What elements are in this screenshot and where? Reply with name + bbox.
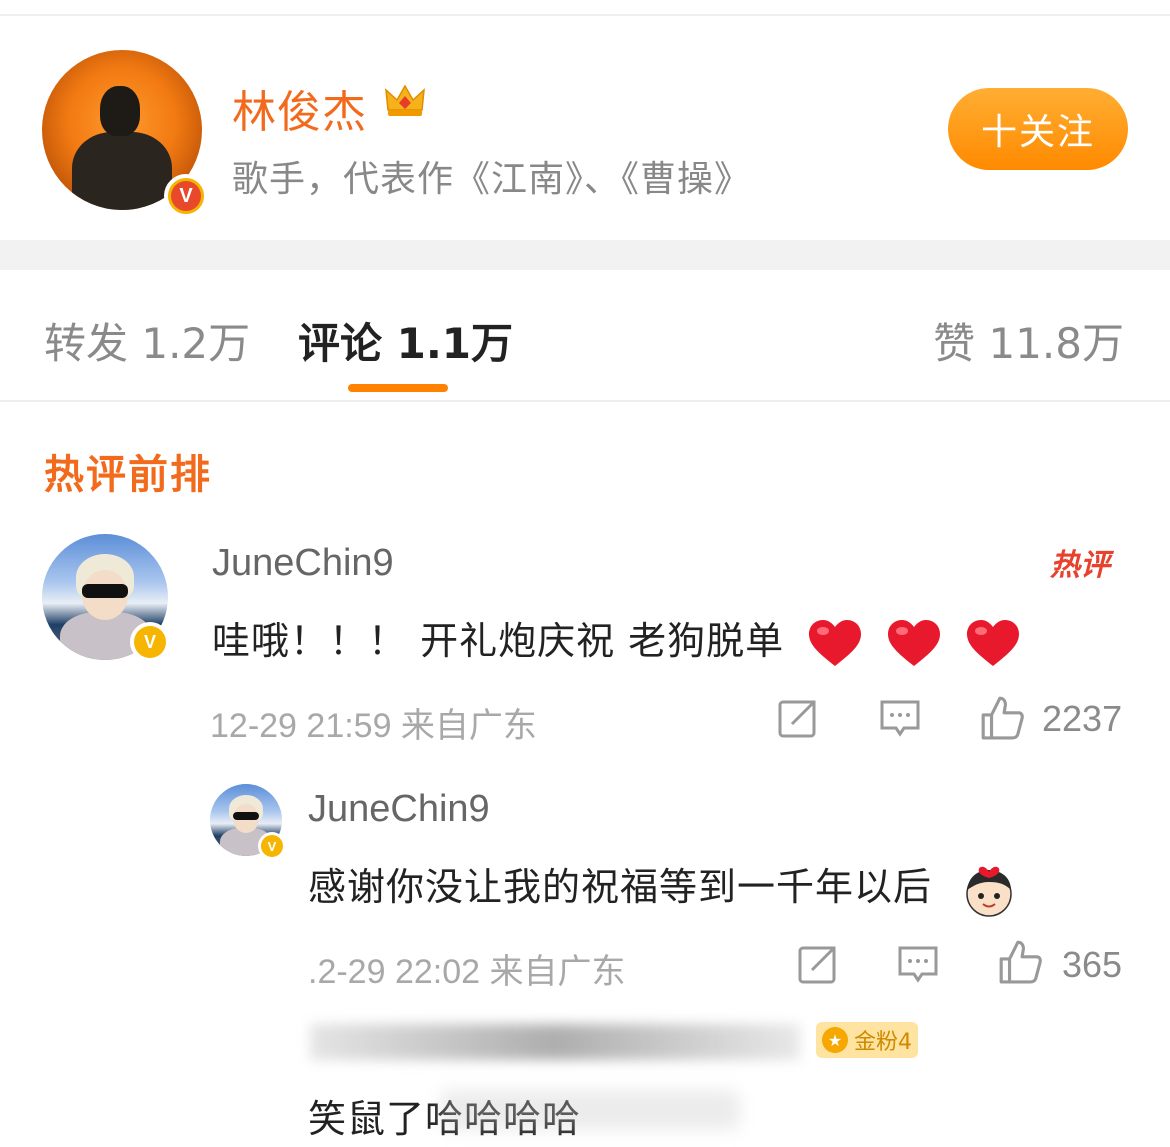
like-count: 365	[1062, 944, 1123, 985]
reply-icon[interactable]	[896, 942, 940, 986]
avatar-figure-head	[100, 86, 140, 136]
follow-button[interactable]: 十关注	[948, 88, 1128, 170]
comment-username[interactable]: JuneChin9	[308, 788, 490, 831]
hot-comment-badge: 热评	[1050, 548, 1110, 583]
watermark-overlay	[440, 1090, 740, 1130]
profile-description: 歌手，代表作《江南》、《曹操》	[232, 159, 752, 200]
like-count: 2237	[1042, 698, 1123, 739]
comment-text-body: 哇哦！！！ 开礼炮庆祝 老狗脱单	[212, 619, 785, 663]
avatar-figure-body	[72, 132, 172, 210]
section-gap	[0, 240, 1170, 270]
comment-meta: 12-29 21:59 来自广东	[210, 707, 537, 745]
crown-icon	[385, 84, 425, 116]
tab-comment[interactable]: 评论 1.1万	[298, 310, 513, 371]
profile-name[interactable]: 林俊杰	[232, 76, 367, 140]
active-tab-indicator	[348, 384, 448, 392]
comment-meta: .2-29 22:02 来自广东	[308, 953, 626, 991]
comment-text: 感谢你没让我的祝福等到一千年以后	[308, 856, 1019, 918]
share-icon[interactable]	[776, 696, 820, 740]
fan-badge-icon: ★	[822, 1027, 848, 1053]
fan-level-badge: ★ 金粉4	[816, 1022, 918, 1058]
tab-bar: 转发 1.2万 评论 1.1万 赞 11.8万	[0, 270, 1170, 402]
tab-repost[interactable]: 转发 1.2万	[44, 310, 250, 371]
heart-emoji-icon	[967, 619, 1020, 666]
blurred-username	[310, 1024, 800, 1060]
comment-username[interactable]: JuneChin9	[212, 542, 394, 585]
comment-text: 哇哦！！！ 开礼炮庆祝 老狗脱单	[212, 610, 1021, 670]
share-icon[interactable]	[796, 942, 840, 986]
cartoon-face-emoji-icon	[966, 866, 1012, 917]
verified-badge-icon: V	[130, 622, 170, 662]
fan-badge-label: 金粉4	[854, 1030, 912, 1055]
heart-emoji-icon	[888, 619, 941, 666]
profile-card: V 林俊杰 歌手，代表作《江南》、《曹操》 十关注	[0, 16, 1170, 240]
tab-like[interactable]: 赞 11.8万	[933, 310, 1124, 371]
verified-badge-icon: V	[164, 174, 208, 218]
hot-comments-title: 热评前排	[44, 452, 212, 498]
like-thumb-icon[interactable]	[996, 938, 1044, 984]
verified-badge-icon: V	[258, 832, 286, 860]
like-thumb-icon[interactable]	[978, 694, 1026, 740]
heart-emoji-icon	[809, 619, 862, 666]
comment-text-body: 感谢你没让我的祝福等到一千年以后	[308, 865, 933, 909]
reply-icon[interactable]	[878, 696, 922, 740]
